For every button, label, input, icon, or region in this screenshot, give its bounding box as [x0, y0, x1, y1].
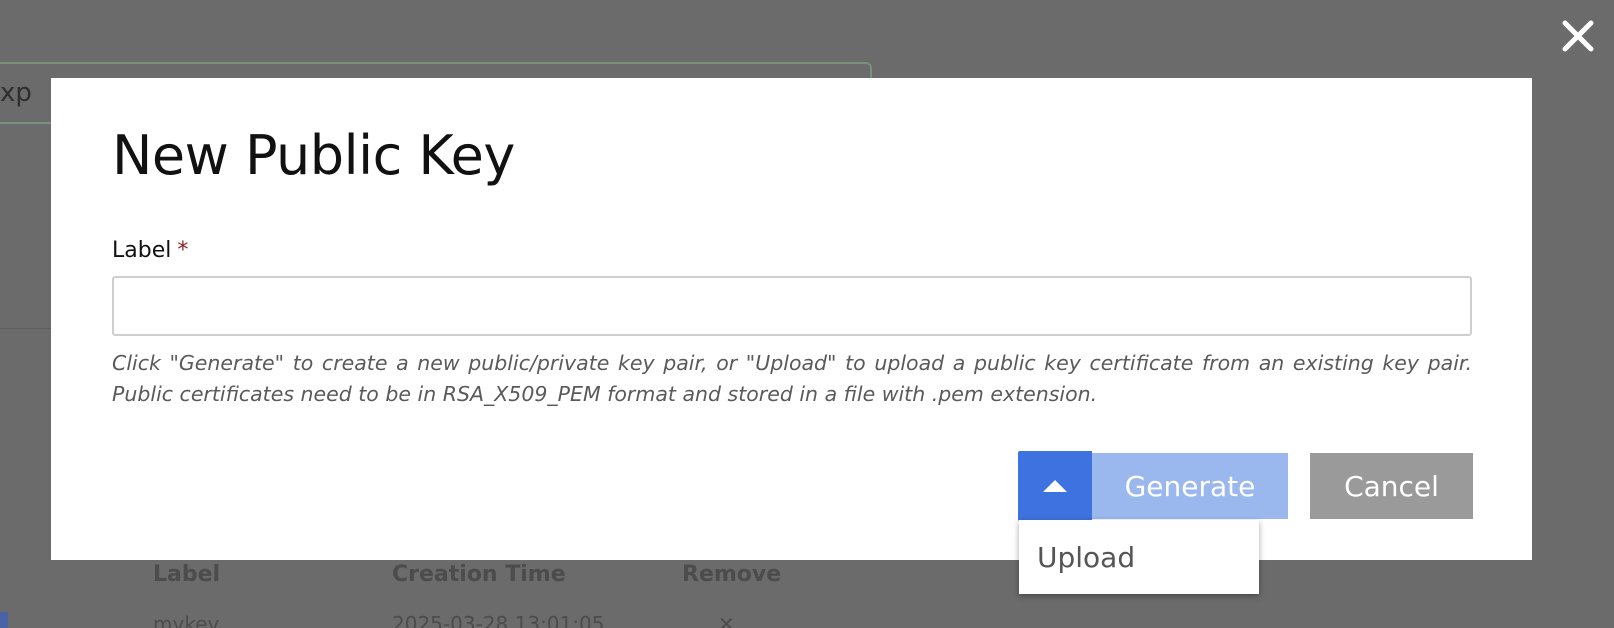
close-icon[interactable]: [1556, 14, 1600, 58]
label-field-text: Label: [112, 238, 172, 263]
split-dropdown-menu: Upload: [1019, 520, 1259, 594]
caret-up-icon: [1043, 480, 1067, 492]
upload-menu-item[interactable]: Upload: [1019, 520, 1259, 594]
help-text: Click "Generate" to create a new public/…: [112, 351, 1472, 406]
split-toggle-button[interactable]: [1018, 451, 1092, 521]
background-input-text: xp: [0, 78, 32, 108]
background-table-header-remove: Remove: [682, 562, 782, 587]
background-row-remove: ✕: [718, 612, 735, 628]
label-input[interactable]: [112, 276, 1472, 336]
background-table-header-creation-time: Creation Time: [392, 562, 566, 587]
new-public-key-dialog: New Public Key Label * Click "Generate" t…: [51, 78, 1532, 560]
background-row-marker: [0, 612, 8, 628]
required-marker: *: [177, 238, 189, 263]
label-field-label: Label *: [112, 238, 188, 263]
background-row-creation-time: 2025-03-28 13:01:05: [392, 612, 605, 628]
dialog-title: New Public Key: [112, 124, 515, 187]
background-table-header-label: Label: [153, 562, 221, 587]
generate-button[interactable]: Generate: [1092, 453, 1288, 519]
generate-split-button: Generate: [1018, 451, 1288, 521]
cancel-button[interactable]: Cancel: [1310, 453, 1473, 519]
background-row-label: mykey: [153, 612, 220, 628]
